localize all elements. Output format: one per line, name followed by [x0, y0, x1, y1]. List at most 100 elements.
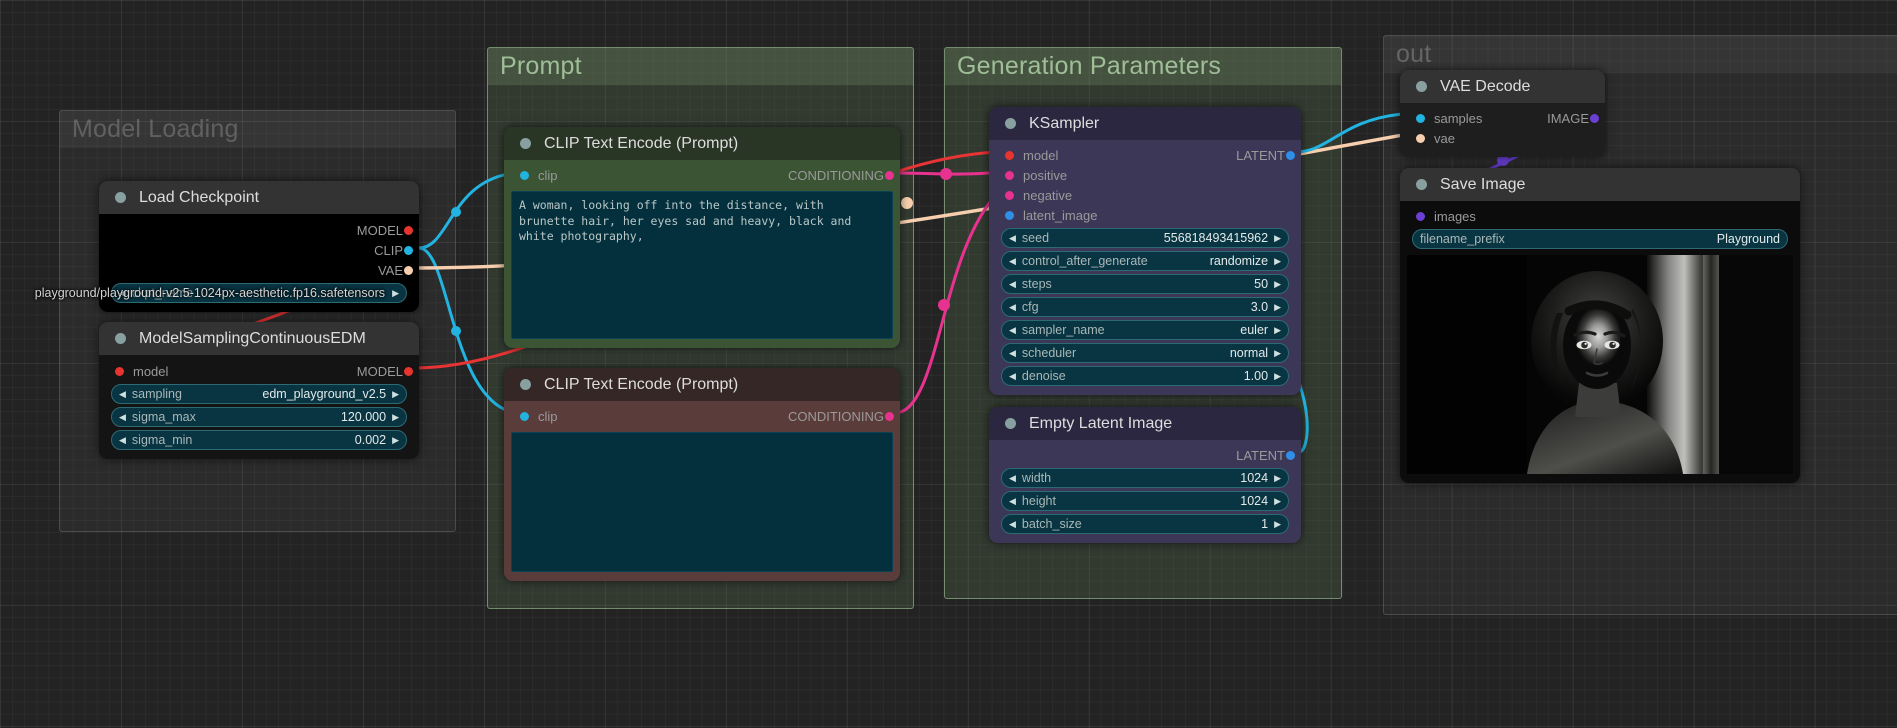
- node-title-bar[interactable]: ModelSamplingContinuousEDM: [99, 322, 419, 355]
- node-clip-text-encode-negative[interactable]: CLIP Text Encode (Prompt) clip CONDITION…: [504, 368, 900, 581]
- node-title-bar[interactable]: CLIP Text Encode (Prompt): [504, 127, 900, 160]
- port-model-out[interactable]: [404, 366, 413, 376]
- decrement-arrow-icon[interactable]: ◀: [1009, 371, 1016, 381]
- node-title-bar[interactable]: Save Image: [1400, 168, 1800, 201]
- widget-ckpt-name[interactable]: ◀ ckpt_name ▶: [111, 283, 407, 303]
- decrement-arrow-icon[interactable]: ◀: [119, 412, 126, 422]
- port-negative-in[interactable]: [1005, 190, 1014, 200]
- port-samples-in[interactable]: [1416, 113, 1425, 123]
- slot-row-model[interactable]: model LATENT: [989, 145, 1301, 165]
- slot-row-vae[interactable]: vae: [1400, 128, 1605, 148]
- collapse-dot-icon[interactable]: [115, 192, 126, 203]
- widget-sampling[interactable]: ◀ sampling edm_playground_v2.5 ▶: [111, 384, 407, 404]
- slot-row-positive[interactable]: positive: [989, 165, 1301, 185]
- image-preview[interactable]: [1407, 255, 1793, 474]
- slot-row-clip[interactable]: clip CONDITIONING: [504, 165, 900, 185]
- port-model-in[interactable]: [115, 366, 124, 376]
- increment-arrow-icon[interactable]: ▶: [1274, 302, 1281, 312]
- decrement-arrow-icon[interactable]: ◀: [1009, 473, 1016, 483]
- collapse-dot-icon[interactable]: [1416, 179, 1427, 190]
- increment-arrow-icon[interactable]: ▶: [392, 435, 399, 445]
- slot-row-negative[interactable]: negative: [989, 185, 1301, 205]
- port-clip-out[interactable]: [404, 245, 413, 255]
- node-vae-decode[interactable]: VAE Decode samples IMAGE vae: [1400, 70, 1605, 157]
- increment-arrow-icon[interactable]: ▶: [392, 412, 399, 422]
- node-empty-latent-image[interactable]: Empty Latent Image LATENT ◀ width 1024 ▶…: [989, 407, 1301, 543]
- widget-filename-prefix[interactable]: filename_prefix Playground: [1412, 229, 1788, 249]
- widget-width[interactable]: ◀ width 1024 ▶: [1001, 468, 1289, 488]
- port-latent-out[interactable]: [1286, 450, 1295, 460]
- increment-arrow-icon[interactable]: ▶: [1274, 279, 1281, 289]
- node-save-image[interactable]: Save Image images filename_prefix Playgr…: [1400, 168, 1800, 483]
- widget-sigma-min[interactable]: ◀ sigma_min 0.002 ▶: [111, 430, 407, 450]
- widget-height[interactable]: ◀ height 1024 ▶: [1001, 491, 1289, 511]
- widget-sigma-max[interactable]: ◀ sigma_max 120.000 ▶: [111, 407, 407, 427]
- increment-arrow-icon[interactable]: ▶: [1274, 233, 1281, 243]
- port-conditioning-out[interactable]: [885, 411, 894, 421]
- increment-arrow-icon[interactable]: ▶: [1274, 519, 1281, 529]
- decrement-arrow-icon[interactable]: ◀: [119, 288, 126, 298]
- slot-row-model[interactable]: model MODEL: [99, 361, 419, 381]
- increment-arrow-icon[interactable]: ▶: [1274, 496, 1281, 506]
- port-clip-in[interactable]: [520, 411, 529, 421]
- collapse-dot-icon[interactable]: [115, 333, 126, 344]
- collapse-dot-icon[interactable]: [520, 379, 531, 390]
- widget-sampler-name[interactable]: ◀ sampler_name euler ▶: [1001, 320, 1289, 340]
- widget-batch-size[interactable]: ◀ batch_size 1 ▶: [1001, 514, 1289, 534]
- textarea-negative-prompt[interactable]: [511, 432, 893, 572]
- widget-seed[interactable]: ◀ seed 556818493415962 ▶: [1001, 228, 1289, 248]
- increment-arrow-icon[interactable]: ▶: [392, 389, 399, 399]
- slot-row-images[interactable]: images: [1400, 206, 1800, 226]
- decrement-arrow-icon[interactable]: ◀: [1009, 256, 1016, 266]
- collapse-dot-icon[interactable]: [1416, 81, 1427, 92]
- node-title-bar[interactable]: CLIP Text Encode (Prompt): [504, 368, 900, 401]
- increment-arrow-icon[interactable]: ▶: [1274, 348, 1281, 358]
- decrement-arrow-icon[interactable]: ◀: [1009, 279, 1016, 289]
- output-slot-model[interactable]: MODEL: [99, 220, 419, 240]
- port-latent-out[interactable]: [1286, 150, 1295, 160]
- widget-control-after-generate[interactable]: ◀ control_after_generate randomize ▶: [1001, 251, 1289, 271]
- slot-row-samples[interactable]: samples IMAGE: [1400, 108, 1605, 128]
- port-model-in[interactable]: [1005, 150, 1014, 160]
- node-clip-text-encode-positive[interactable]: CLIP Text Encode (Prompt) clip CONDITION…: [504, 127, 900, 348]
- increment-arrow-icon[interactable]: ▶: [1274, 473, 1281, 483]
- decrement-arrow-icon[interactable]: ◀: [1009, 348, 1016, 358]
- increment-arrow-icon[interactable]: ▶: [1274, 256, 1281, 266]
- slot-row-latent-image[interactable]: latent_image: [989, 205, 1301, 225]
- decrement-arrow-icon[interactable]: ◀: [119, 389, 126, 399]
- slot-row-clip[interactable]: clip CONDITIONING: [504, 406, 900, 426]
- output-slot-latent[interactable]: LATENT: [989, 445, 1301, 465]
- node-title-bar[interactable]: Load Checkpoint: [99, 181, 419, 214]
- decrement-arrow-icon[interactable]: ◀: [1009, 496, 1016, 506]
- node-title-bar[interactable]: Empty Latent Image: [989, 407, 1301, 440]
- widget-denoise[interactable]: ◀ denoise 1.00 ▶: [1001, 366, 1289, 386]
- port-clip-in[interactable]: [520, 170, 529, 180]
- decrement-arrow-icon[interactable]: ◀: [1009, 325, 1016, 335]
- widget-steps[interactable]: ◀ steps 50 ▶: [1001, 274, 1289, 294]
- increment-arrow-icon[interactable]: ▶: [1274, 325, 1281, 335]
- port-image-out[interactable]: [1590, 113, 1599, 123]
- port-images-in[interactable]: [1416, 211, 1425, 221]
- port-conditioning-out[interactable]: [885, 170, 894, 180]
- textarea-positive-prompt[interactable]: A woman, looking off into the distance, …: [511, 191, 893, 339]
- increment-arrow-icon[interactable]: ▶: [392, 288, 399, 298]
- decrement-arrow-icon[interactable]: ◀: [1009, 302, 1016, 312]
- decrement-arrow-icon[interactable]: ◀: [119, 435, 126, 445]
- decrement-arrow-icon[interactable]: ◀: [1009, 233, 1016, 243]
- node-title-bar[interactable]: VAE Decode: [1400, 70, 1605, 103]
- port-vae-out[interactable]: [404, 265, 413, 275]
- group-model-loading[interactable]: Model Loading: [59, 110, 456, 532]
- comfyui-graph-canvas[interactable]: Model Loading Prompt Generation Paramete…: [0, 0, 1897, 728]
- output-slot-clip[interactable]: CLIP: [99, 240, 419, 260]
- node-ksampler[interactable]: KSampler model LATENT positive negative …: [989, 107, 1301, 395]
- widget-cfg[interactable]: ◀ cfg 3.0 ▶: [1001, 297, 1289, 317]
- collapse-dot-icon[interactable]: [1005, 418, 1016, 429]
- node-model-sampling-continuous-edm[interactable]: ModelSamplingContinuousEDM model MODEL ◀…: [99, 322, 419, 459]
- port-model-out[interactable]: [404, 225, 413, 235]
- port-latent-image-in[interactable]: [1005, 210, 1014, 220]
- collapse-dot-icon[interactable]: [1005, 118, 1016, 129]
- node-title-bar[interactable]: KSampler: [989, 107, 1301, 140]
- node-load-checkpoint[interactable]: Load Checkpoint MODEL CLIP VAE ◀ ckpt_na…: [99, 181, 419, 312]
- output-slot-vae[interactable]: VAE: [99, 260, 419, 280]
- decrement-arrow-icon[interactable]: ◀: [1009, 519, 1016, 529]
